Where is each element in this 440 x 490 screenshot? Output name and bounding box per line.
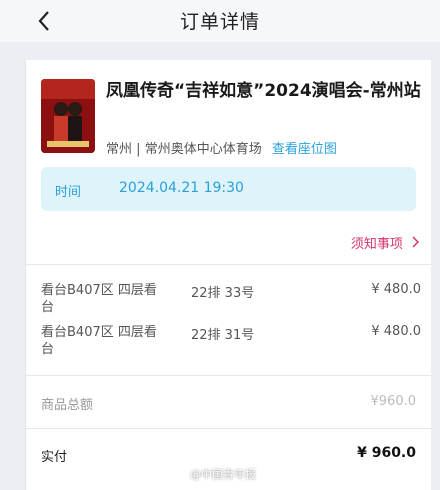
notice-label: 须知事项	[350, 237, 403, 252]
ticket-price: ¥ 480.0	[371, 324, 421, 339]
divider	[26, 264, 431, 265]
divider	[26, 375, 431, 376]
subtotal-value: ¥960.0	[370, 394, 417, 409]
time-label: 时间	[55, 185, 82, 200]
subtotal-label: 商品总额	[41, 398, 94, 413]
chevron-right-icon	[412, 236, 420, 248]
seat-map-link[interactable]: 查看座位图	[272, 142, 337, 157]
paid-value: ¥ 960.0	[357, 445, 416, 461]
venue-city: 常州	[106, 142, 133, 157]
watermark: @中国青年报	[190, 468, 256, 481]
ticket-area: 看台B407区 四层看台	[41, 283, 157, 315]
nav-bar: 订单详情	[0, 0, 440, 42]
order-card: 凤凰传奇“吉祥如意”2024演唱会-常州站 常州 | 常州奥体中心体育场 查看座…	[25, 60, 431, 490]
paid-label: 实付	[41, 450, 68, 465]
venue-separator: |	[136, 142, 141, 157]
event-poster[interactable]	[41, 79, 95, 153]
venue-line: 常州 | 常州奥体中心体育场 查看座位图	[106, 138, 337, 157]
page-title: 订单详情	[179, 11, 260, 33]
ticket-seat: 22排 33号	[191, 286, 255, 301]
event-title: 凤凰传奇“吉祥如意”2024演唱会-常州站	[106, 81, 421, 101]
time-box: 时间 2024.04.21 19:30	[41, 167, 416, 211]
ticket-row: 看台B407区 四层看台 22排 33号 ¥ 480.0	[41, 282, 421, 318]
venue-name: 常州奥体中心体育场	[144, 142, 262, 157]
divider	[26, 428, 431, 429]
ticket-area: 看台B407区 四层看台	[41, 325, 157, 357]
ticket-price: ¥ 480.0	[371, 282, 421, 297]
ticket-row: 看台B407区 四层看台 22排 31号 ¥ 480.0	[41, 324, 421, 360]
notice-link[interactable]: 须知事项	[350, 233, 420, 252]
time-value: 2024.04.21 19:30	[119, 180, 244, 196]
ticket-seat: 22排 31号	[191, 328, 255, 343]
